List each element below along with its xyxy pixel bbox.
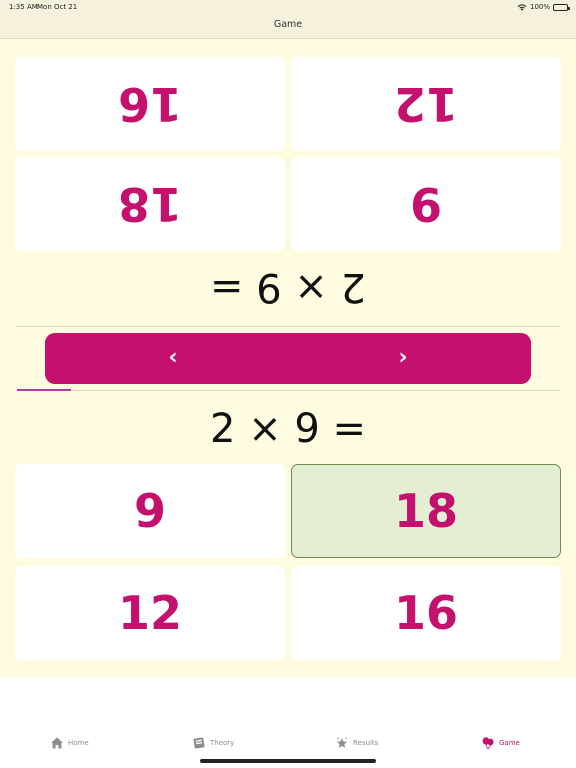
page-title: Game (273, 19, 303, 30)
answer-value: 16 (393, 586, 458, 640)
answer-value: 9 (133, 484, 166, 538)
wifi-icon (517, 3, 527, 11)
divider-bottom (16, 390, 560, 391)
status-date: Mon Oct 21 (37, 3, 78, 11)
star-icon (336, 737, 348, 748)
tab-theory[interactable]: Theory (192, 735, 234, 751)
top-answer-card-3[interactable]: 18 (15, 157, 285, 251)
game-screen: 1:35 AM Mon Oct 21 100% Game 16 12 18 9 … (0, 0, 576, 768)
divider-top (16, 326, 560, 327)
bottom-answer-card-3[interactable]: 12 (15, 566, 285, 660)
bottom-answer-card-2-correct[interactable]: 18 (291, 464, 561, 558)
header: 1:35 AM Mon Oct 21 100% Game (0, 0, 576, 39)
tab-label: Home (68, 739, 89, 747)
answer-value: 12 (393, 77, 458, 131)
answer-value: 12 (117, 586, 182, 640)
top-answer-card-1[interactable]: 16 (15, 57, 285, 151)
book-icon (193, 737, 205, 749)
tab-bar (0, 678, 576, 768)
balloons-icon (482, 737, 494, 750)
house-icon (51, 737, 63, 749)
tab-results[interactable]: Results (335, 735, 378, 751)
progress-bar (17, 389, 71, 391)
top-question: 2 × 9 = (209, 264, 367, 310)
status-time: 1:35 AM (9, 3, 38, 11)
top-answer-card-4[interactable]: 9 (291, 157, 561, 251)
bottom-answer-card-1[interactable]: 9 (15, 464, 285, 558)
answer-value: 16 (117, 77, 182, 131)
bottom-question: 2 × 9 = (209, 406, 367, 452)
answer-value: 18 (393, 484, 458, 538)
top-answer-card-2[interactable]: 12 (291, 57, 561, 151)
status-indicators: 100% (517, 3, 570, 11)
answer-value: 9 (409, 177, 442, 231)
battery-percent: 100% (529, 3, 550, 11)
tab-game[interactable]: Game (481, 735, 520, 751)
tab-home[interactable]: Home (50, 735, 89, 751)
home-indicator[interactable] (200, 759, 376, 763)
battery-icon (553, 3, 570, 11)
tab-label: Theory (210, 739, 235, 747)
navigation-bar: ‹ › (45, 333, 531, 384)
tab-label: Game (499, 739, 520, 747)
chevron-left-icon[interactable]: ‹ (161, 344, 185, 372)
tab-label: Results (353, 739, 379, 747)
answer-value: 18 (117, 177, 182, 231)
chevron-right-icon[interactable]: › (391, 344, 415, 372)
bottom-answer-card-4[interactable]: 16 (291, 566, 561, 660)
